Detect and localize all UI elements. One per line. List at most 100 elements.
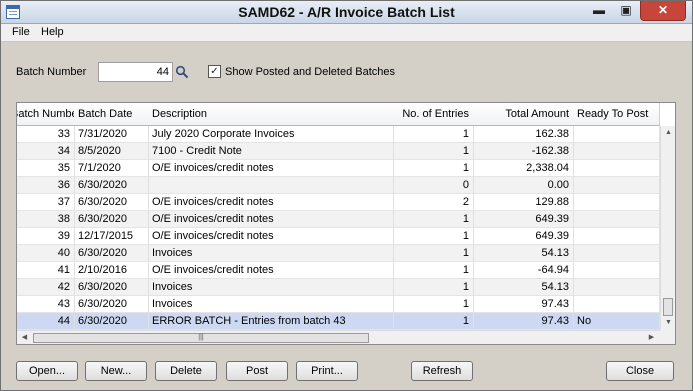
minimize-button[interactable]: ▬ — [585, 1, 613, 21]
close-button[interactable]: Close — [606, 361, 674, 381]
search-icon[interactable] — [175, 65, 189, 79]
cell-batch-date: 8/5/2020 — [74, 143, 149, 160]
cell-entries: 0 — [393, 177, 474, 194]
table-row[interactable]: 36 6/30/2020 0 0.00 — [17, 177, 660, 194]
print-button[interactable]: Print... — [296, 361, 358, 381]
batch-number-input[interactable]: 44 — [98, 62, 173, 82]
title-bar[interactable]: SAMD62 - A/R Invoice Batch List ▬ ▣ ✕ — [1, 1, 692, 24]
cell-batch-date: 7/31/2020 — [74, 126, 149, 143]
cell-entries: 1 — [393, 262, 474, 279]
post-button[interactable]: Post — [226, 361, 288, 381]
cell-total-amount: 649.39 — [473, 211, 574, 228]
cell-batch-date: 6/30/2020 — [74, 194, 149, 211]
batch-grid[interactable]: Batch Number Batch Date Description No. … — [16, 102, 676, 345]
cell-description — [148, 177, 394, 194]
cell-entries: 2 — [393, 194, 474, 211]
table-row[interactable]: 40 6/30/2020 Invoices 1 54.13 — [17, 245, 660, 262]
column-header-entries[interactable]: No. of Entries — [393, 103, 474, 126]
scroll-corner — [660, 330, 675, 344]
cell-ready-to-post — [573, 211, 660, 228]
show-posted-label: Show Posted and Deleted Batches — [225, 66, 396, 78]
cell-batch-number: 43 — [17, 296, 75, 313]
delete-button[interactable]: Delete — [155, 361, 217, 381]
table-row[interactable]: 35 7/1/2020 O/E invoices/credit notes 1 2,33… — [17, 160, 660, 177]
cell-description: O/E invoices/credit notes — [148, 211, 394, 228]
cell-ready-to-post — [573, 126, 660, 143]
cell-total-amount: 649.39 — [473, 228, 574, 245]
cell-entries: 1 — [393, 143, 474, 160]
cell-total-amount: 97.43 — [473, 313, 574, 330]
table-row[interactable]: 34 8/5/2020 7100 - Credit Note 1 -162.38 — [17, 143, 660, 160]
cell-entries: 1 — [393, 296, 474, 313]
horizontal-scrollbar[interactable]: ◀ ||| ▶ — [17, 330, 660, 344]
cell-batch-date: 6/30/2020 — [74, 279, 149, 296]
menu-help[interactable]: Help — [41, 26, 64, 38]
show-posted-checkbox[interactable]: ✓ — [208, 65, 221, 78]
cell-entries: 1 — [393, 228, 474, 245]
table-row[interactable]: 38 6/30/2020 O/E invoices/credit notes 1 649… — [17, 211, 660, 228]
cell-description: O/E invoices/credit notes — [148, 228, 394, 245]
scroll-right-arrow-icon[interactable]: ▶ — [645, 331, 658, 344]
table-row[interactable]: 44 6/30/2020 ERROR BATCH - Entries from ba… — [17, 313, 660, 330]
cell-total-amount: -162.38 — [473, 143, 574, 160]
cell-description: Invoices — [148, 279, 394, 296]
cell-total-amount: 129.88 — [473, 194, 574, 211]
vertical-scrollbar[interactable]: ▲ ▼ — [660, 126, 675, 330]
cell-total-amount: -64.94 — [473, 262, 574, 279]
cell-ready-to-post — [573, 228, 660, 245]
cell-ready-to-post — [573, 143, 660, 160]
refresh-button[interactable]: Refresh — [411, 361, 473, 381]
cell-entries: 1 — [393, 211, 474, 228]
cell-ready-to-post — [573, 279, 660, 296]
table-row[interactable]: 39 12/17/2015 O/E invoices/credit notes 1 64… — [17, 228, 660, 245]
table-row[interactable]: 33 7/31/2020 July 2020 Corporate Invoices 1… — [17, 126, 660, 143]
cell-ready-to-post — [573, 245, 660, 262]
cell-description: O/E invoices/credit notes — [148, 262, 394, 279]
column-header-ready-to-post[interactable]: Ready To Post — [573, 103, 660, 126]
cell-batch-number: 38 — [17, 211, 75, 228]
cell-batch-date: 6/30/2020 — [74, 313, 149, 330]
menu-file[interactable]: File — [12, 26, 30, 38]
cell-batch-number: 40 — [17, 245, 75, 262]
cell-total-amount: 2,338.04 — [473, 160, 574, 177]
column-header-total-amount[interactable]: Total Amount — [473, 103, 574, 126]
cell-batch-number: 41 — [17, 262, 75, 279]
cell-batch-date: 6/30/2020 — [74, 245, 149, 262]
close-window-button[interactable]: ✕ — [640, 1, 686, 21]
cell-ready-to-post — [573, 296, 660, 313]
vertical-scroll-thumb[interactable] — [663, 298, 673, 316]
cell-batch-date: 2/10/2016 — [74, 262, 149, 279]
table-row[interactable]: 37 6/30/2020 O/E invoices/credit notes 2 129… — [17, 194, 660, 211]
cell-ready-to-post — [573, 262, 660, 279]
table-row[interactable]: 43 6/30/2020 Invoices 1 97.43 — [17, 296, 660, 313]
batch-list-window: SAMD62 - A/R Invoice Batch List ▬ ▣ ✕ Fi… — [0, 0, 693, 391]
table-row[interactable]: 42 6/30/2020 Invoices 1 54.13 — [17, 279, 660, 296]
cell-description: July 2020 Corporate Invoices — [148, 126, 394, 143]
cell-batch-number: 44 — [17, 313, 75, 330]
cell-ready-to-post — [573, 160, 660, 177]
cell-batch-number: 33 — [17, 126, 75, 143]
scroll-up-arrow-icon[interactable]: ▲ — [662, 126, 675, 140]
horizontal-scroll-thumb[interactable]: ||| — [33, 333, 369, 343]
maximize-button[interactable]: ▣ — [613, 1, 639, 21]
cell-total-amount: 54.13 — [473, 279, 574, 296]
cell-description: ERROR BATCH - Entries from batch 43 — [148, 313, 394, 330]
cell-batch-date: 6/30/2020 — [74, 211, 149, 228]
new-button[interactable]: New... — [85, 361, 147, 381]
scroll-down-arrow-icon[interactable]: ▼ — [662, 316, 675, 330]
column-header-batch-date[interactable]: Batch Date — [74, 103, 149, 126]
table-row[interactable]: 41 2/10/2016 O/E invoices/credit notes 1 -64… — [17, 262, 660, 279]
cell-batch-number: 39 — [17, 228, 75, 245]
cell-entries: 1 — [393, 160, 474, 177]
cell-ready-to-post — [573, 177, 660, 194]
cell-batch-number: 36 — [17, 177, 75, 194]
column-header-batch-number[interactable]: Batch Number — [17, 103, 75, 126]
scroll-left-arrow-icon[interactable]: ◀ — [18, 331, 31, 344]
cell-total-amount: 162.38 — [473, 126, 574, 143]
open-button[interactable]: Open... — [16, 361, 78, 381]
cell-entries: 1 — [393, 245, 474, 262]
column-header-description[interactable]: Description — [148, 103, 394, 126]
cell-description: Invoices — [148, 296, 394, 313]
cell-total-amount: 97.43 — [473, 296, 574, 313]
menu-bar: File Help — [1, 24, 692, 42]
